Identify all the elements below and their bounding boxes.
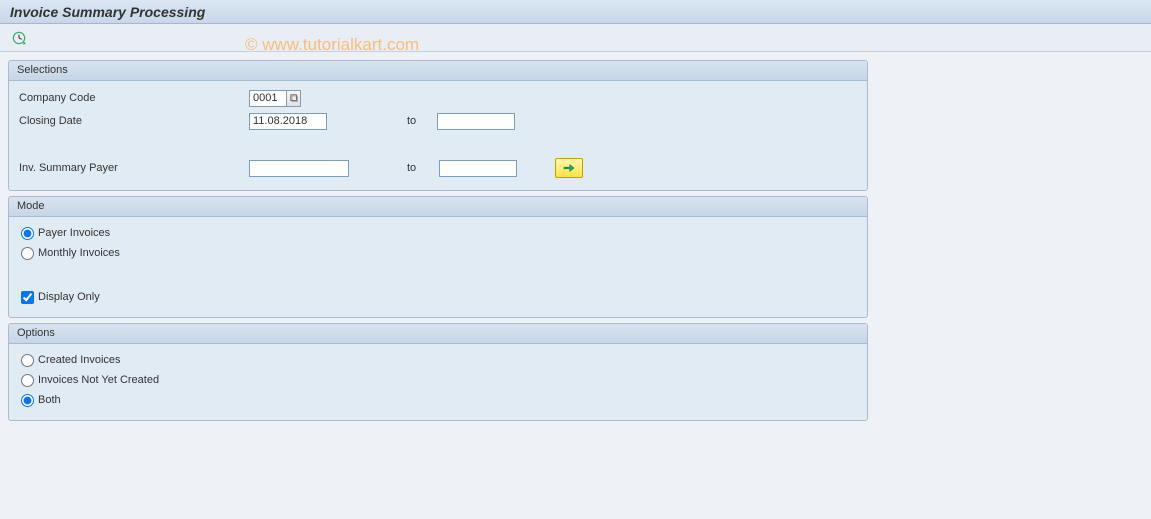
closing-date-to-label: to: [327, 115, 437, 127]
radio-row-not-yet-created: Invoices Not Yet Created: [19, 370, 857, 390]
radio-both[interactable]: [21, 394, 34, 407]
title-bar: Invoice Summary Processing: [0, 0, 1151, 24]
label-created-invoices: Created Invoices: [38, 354, 121, 366]
page-title: Invoice Summary Processing: [10, 4, 205, 20]
label-both: Both: [38, 394, 61, 406]
label-company-code: Company Code: [19, 92, 249, 104]
label-monthly-invoices: Monthly Invoices: [38, 247, 120, 259]
label-inv-summary-payer: Inv. Summary Payer: [19, 162, 249, 174]
label-closing-date: Closing Date: [19, 115, 249, 127]
label-payer-invoices: Payer Invoices: [38, 227, 110, 239]
execute-button[interactable]: [8, 28, 30, 48]
closing-date-from-field[interactable]: [249, 113, 327, 130]
check-row-display-only: Display Only: [19, 287, 857, 307]
clock-execute-icon: [12, 31, 26, 45]
radio-monthly-invoices[interactable]: [21, 247, 34, 260]
value-help-icon: [290, 94, 298, 102]
company-code-field[interactable]: [249, 90, 287, 107]
content-area: Selections Company Code Closing Date: [0, 52, 1151, 434]
inv-summary-to-field[interactable]: [439, 160, 517, 177]
multiple-selection-button[interactable]: [555, 158, 583, 178]
inv-summary-from-field[interactable]: [249, 160, 349, 177]
radio-row-both: Both: [19, 390, 857, 410]
radio-created-invoices[interactable]: [21, 354, 34, 367]
panel-mode: Mode Payer Invoices Monthly Invoices Dis…: [8, 196, 868, 318]
closing-date-to-field[interactable]: [437, 113, 515, 130]
panel-selections: Selections Company Code Closing Date: [8, 60, 868, 191]
row-inv-summary-payer: Inv. Summary Payer to: [19, 157, 857, 179]
label-display-only: Display Only: [38, 291, 100, 303]
arrow-right-icon: [562, 163, 576, 173]
row-closing-date: Closing Date to: [19, 110, 857, 132]
row-company-code: Company Code: [19, 87, 857, 109]
radio-not-yet-created[interactable]: [21, 374, 34, 387]
radio-row-monthly-invoices: Monthly Invoices: [19, 243, 857, 263]
inv-summary-to-label: to: [349, 162, 439, 174]
label-not-yet-created: Invoices Not Yet Created: [38, 374, 159, 386]
radio-payer-invoices[interactable]: [21, 227, 34, 240]
company-code-help-button[interactable]: [287, 90, 301, 107]
checkbox-display-only[interactable]: [21, 291, 34, 304]
panel-mode-header: Mode: [9, 197, 867, 217]
panel-selections-header: Selections: [9, 61, 867, 81]
app-toolbar: [0, 24, 1151, 52]
radio-row-payer-invoices: Payer Invoices: [19, 223, 857, 243]
panel-options: Options Created Invoices Invoices Not Ye…: [8, 323, 868, 421]
panel-options-header: Options: [9, 324, 867, 344]
radio-row-created-invoices: Created Invoices: [19, 350, 857, 370]
